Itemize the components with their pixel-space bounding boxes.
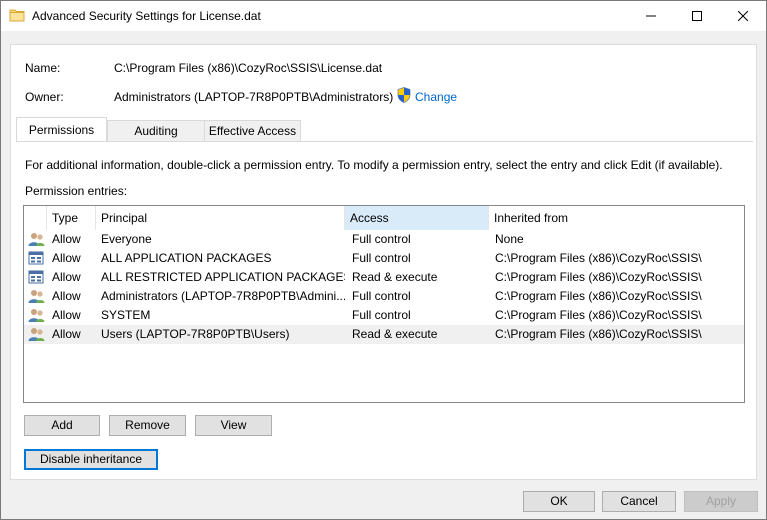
table-row[interactable]: Allow SYSTEM Full control C:\Program Fil… bbox=[24, 306, 744, 325]
tab-auditing[interactable]: Auditing bbox=[107, 120, 205, 141]
column-header-icon bbox=[24, 206, 47, 230]
row-type: Allow bbox=[52, 251, 81, 265]
app-package-icon bbox=[28, 270, 44, 284]
user-group-icon bbox=[28, 290, 45, 303]
row-inherited-from: None bbox=[495, 232, 524, 246]
row-type: Allow bbox=[52, 270, 81, 284]
user-group-icon bbox=[28, 309, 45, 322]
view-button[interactable]: View bbox=[195, 415, 272, 436]
name-value: C:\Program Files (x86)\CozyRoc\SSIS\Lice… bbox=[114, 61, 383, 75]
row-principal: ALL APPLICATION PACKAGES bbox=[101, 251, 272, 265]
row-type: Allow bbox=[52, 289, 81, 303]
column-header-type[interactable]: Type bbox=[47, 206, 96, 230]
row-inherited-from: C:\Program Files (x86)\CozyRoc\SSIS\ bbox=[495, 327, 702, 341]
app-package-icon bbox=[28, 251, 44, 265]
instructions-text: For additional information, double-click… bbox=[25, 158, 723, 172]
owner-value: Administrators (LAPTOP-7R8P0PTB\Administ… bbox=[114, 90, 394, 104]
remove-button[interactable]: Remove bbox=[109, 415, 186, 436]
table-row[interactable]: Allow Administrators (LAPTOP-7R8P0PTB\Ad… bbox=[24, 287, 744, 306]
row-inherited-from: C:\Program Files (x86)\CozyRoc\SSIS\ bbox=[495, 270, 702, 284]
advanced-security-window: Advanced Security Settings for License.d… bbox=[0, 0, 767, 520]
name-label: Name: bbox=[25, 61, 61, 75]
table-row[interactable]: Allow ALL RESTRICTED APPLICATION PACKAGE… bbox=[24, 268, 744, 287]
tab-effective-access[interactable]: Effective Access bbox=[204, 120, 301, 141]
title-bar[interactable]: Advanced Security Settings for License.d… bbox=[1, 1, 766, 31]
column-header-inherited-from[interactable]: Inherited from bbox=[489, 206, 744, 230]
permission-entries-list[interactable]: Type Principal Access Inherited from All… bbox=[23, 205, 745, 403]
tab-permissions[interactable]: Permissions bbox=[16, 117, 107, 141]
row-principal: Users (LAPTOP-7R8P0PTB\Users) bbox=[101, 327, 290, 341]
row-access: Read & execute bbox=[352, 270, 438, 284]
row-inherited-from: C:\Program Files (x86)\CozyRoc\SSIS\ bbox=[495, 289, 702, 303]
table-row-selected[interactable]: Allow Users (LAPTOP-7R8P0PTB\Users) Read… bbox=[24, 325, 744, 344]
add-button[interactable]: Add bbox=[24, 415, 100, 436]
row-type: Allow bbox=[52, 327, 81, 341]
minimize-button[interactable] bbox=[628, 1, 674, 31]
table-row[interactable]: Allow ALL APPLICATION PACKAGES Full cont… bbox=[24, 249, 744, 268]
row-type: Allow bbox=[52, 232, 81, 246]
row-principal: ALL RESTRICTED APPLICATION PACKAGES bbox=[101, 270, 345, 284]
row-principal: SYSTEM bbox=[101, 308, 151, 322]
row-access: Full control bbox=[352, 232, 411, 246]
apply-button[interactable]: Apply bbox=[684, 491, 758, 512]
row-type: Allow bbox=[52, 308, 81, 322]
row-access: Read & execute bbox=[352, 327, 438, 341]
uac-shield-icon bbox=[397, 87, 411, 103]
row-access: Full control bbox=[352, 308, 411, 322]
change-owner-link[interactable]: Change bbox=[415, 90, 457, 104]
minimize-icon bbox=[646, 15, 656, 17]
maximize-button[interactable] bbox=[674, 1, 720, 31]
close-button[interactable] bbox=[720, 1, 766, 31]
row-inherited-from: C:\Program Files (x86)\CozyRoc\SSIS\ bbox=[495, 251, 702, 265]
row-principal: Administrators (LAPTOP-7R8P0PTB\Admini..… bbox=[101, 289, 345, 303]
ok-button[interactable]: OK bbox=[523, 491, 595, 512]
user-group-icon bbox=[28, 233, 45, 246]
table-row[interactable]: Allow Everyone Full control None bbox=[24, 230, 744, 249]
row-inherited-from: C:\Program Files (x86)\CozyRoc\SSIS\ bbox=[495, 308, 702, 322]
row-access: Full control bbox=[352, 289, 411, 303]
folder-icon bbox=[9, 9, 25, 22]
window-title: Advanced Security Settings for License.d… bbox=[32, 9, 261, 23]
permission-entries-label: Permission entries: bbox=[25, 184, 128, 198]
maximize-icon bbox=[692, 11, 702, 21]
close-icon bbox=[738, 11, 748, 21]
user-group-icon bbox=[28, 328, 45, 341]
column-header-access[interactable]: Access bbox=[345, 206, 489, 230]
cancel-button[interactable]: Cancel bbox=[602, 491, 676, 512]
row-access: Full control bbox=[352, 251, 411, 265]
disable-inheritance-button[interactable]: Disable inheritance bbox=[24, 449, 158, 470]
column-header-principal[interactable]: Principal bbox=[96, 206, 345, 230]
row-principal: Everyone bbox=[101, 232, 152, 246]
owner-label: Owner: bbox=[25, 90, 64, 104]
tab-divider bbox=[16, 141, 753, 142]
